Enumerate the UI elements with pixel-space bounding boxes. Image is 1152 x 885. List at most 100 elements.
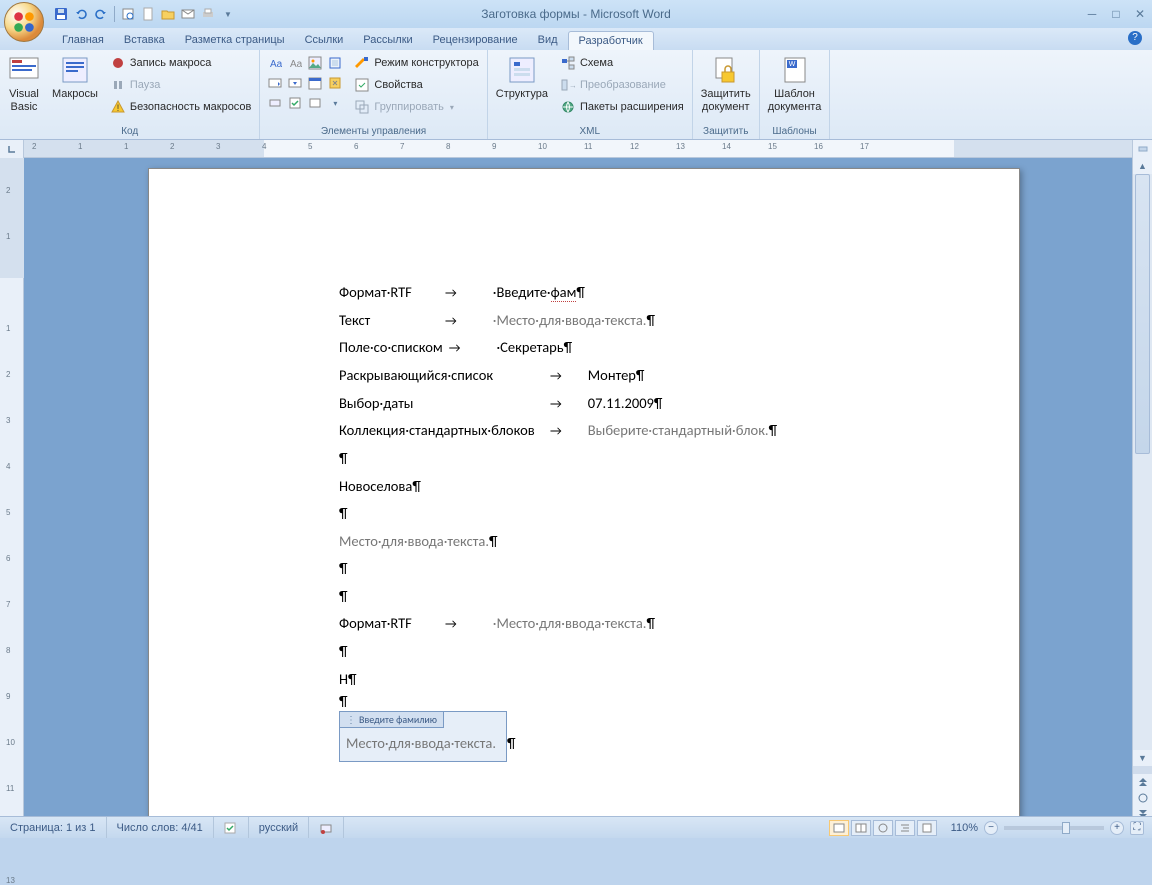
scroll-up-icon[interactable]: ▲ (1133, 158, 1152, 174)
expansion-packs-button[interactable]: Пакеты расширения (556, 96, 688, 118)
vertical-ruler[interactable]: 1234567891011121321 (0, 158, 24, 838)
zoom-fit-button[interactable]: ⛶ (1130, 821, 1144, 835)
tab-ссылки[interactable]: Ссылки (295, 31, 354, 50)
content-control-text[interactable]: Место·для·ввода·текста. (346, 734, 496, 752)
form-row[interactable]: Поле·со·списком→·Секретарь¶ (339, 334, 829, 362)
group-button[interactable]: Группировать ▾ (350, 96, 482, 118)
new-doc-icon[interactable] (139, 5, 157, 23)
form-row[interactable]: Выбор·даты→07.11.2009¶ (339, 390, 829, 418)
outline-view-icon[interactable] (895, 820, 915, 836)
text-line[interactable]: ¶ (339, 445, 829, 473)
prev-page-icon[interactable] (1133, 774, 1152, 790)
document-area[interactable]: Формат·RTF→·Введите·фам¶Текст→·Место·для… (24, 158, 1152, 838)
email-icon[interactable] (179, 5, 197, 23)
horizontal-ruler[interactable]: 3211234567891011121314151617 (24, 140, 1152, 157)
legacy-dropdown-icon[interactable] (306, 94, 324, 112)
form-row[interactable]: Формат·RTF→·Место·для·ввода·текста.¶ (339, 610, 829, 638)
tab-главная[interactable]: Главная (52, 31, 114, 50)
macro-security-button[interactable]: ! Безопасность макросов (106, 96, 256, 118)
document-template-button[interactable]: W Шаблон документа (764, 52, 826, 116)
plaintext-control-icon[interactable]: Aa (286, 54, 304, 72)
combobox-control-icon[interactable] (266, 74, 284, 92)
zoom-slider[interactable] (1004, 826, 1104, 830)
scroll-thumb[interactable] (1135, 174, 1150, 454)
tab-разметка страницы[interactable]: Разметка страницы (175, 31, 295, 50)
zoom-level[interactable]: 110% (951, 822, 978, 834)
legacy-checkbox-icon[interactable] (286, 94, 304, 112)
tab-разработчик[interactable]: Разработчик (568, 31, 654, 50)
tab-selector[interactable] (0, 140, 24, 158)
zoom-slider-thumb[interactable] (1062, 822, 1070, 834)
content-control-title[interactable]: ⋮Введите фамилию (340, 712, 444, 728)
ruler-area: 3211234567891011121314151617 (0, 140, 1152, 158)
form-row[interactable]: Формат·RTF→·Введите·фам¶ (339, 279, 829, 307)
dropdown-control-icon[interactable] (286, 74, 304, 92)
group-xml: Структура Схема → Преобразование Пакеты … (488, 50, 693, 139)
macros-button[interactable]: Макросы (48, 52, 102, 103)
pause-button[interactable]: Пауза (106, 74, 256, 96)
form-row[interactable]: Коллекция·стандартных·блоков→Выберите·ст… (339, 417, 829, 445)
scroll-track[interactable] (1133, 174, 1152, 750)
word-count[interactable]: Число слов: 4/41 (107, 817, 214, 838)
maximize-button[interactable]: □ (1108, 7, 1124, 21)
picture-control-icon[interactable] (306, 54, 324, 72)
split-handle[interactable] (1132, 140, 1152, 158)
visual-basic-label: Visual Basic (9, 88, 39, 114)
word-count-text: Число слов: 4/41 (117, 822, 203, 834)
text-line[interactable]: Место·для·ввода·текста.¶ (339, 528, 829, 556)
content-control[interactable]: ⋮Введите фамилию Место·для·ввода·текста. (339, 711, 507, 763)
legacy-tools-icon[interactable] (326, 74, 344, 92)
redo-icon[interactable] (92, 5, 110, 23)
print-layout-view-icon[interactable] (829, 820, 849, 836)
print-preview-icon[interactable] (119, 5, 137, 23)
vertical-scrollbar[interactable]: ▲ ▼ (1132, 158, 1152, 822)
help-icon[interactable]: ? (1128, 31, 1142, 45)
design-mode-button[interactable]: Режим конструктора (350, 52, 482, 74)
minimize-button[interactable]: ─ (1084, 7, 1100, 21)
save-icon[interactable] (52, 5, 70, 23)
tab-рассылки[interactable]: Рассылки (353, 31, 422, 50)
quick-print-icon[interactable] (199, 5, 217, 23)
richtext-control-icon[interactable]: Aa (266, 54, 284, 72)
protect-document-button[interactable]: Защитить документ (697, 52, 755, 116)
text-line[interactable]: ¶ (339, 500, 829, 528)
properties-button[interactable]: Свойства (350, 74, 482, 96)
zoom-out-button[interactable]: − (984, 821, 998, 835)
office-button[interactable] (4, 2, 44, 42)
scroll-down-icon[interactable]: ▼ (1133, 750, 1152, 766)
visual-basic-button[interactable]: Visual Basic (4, 52, 44, 116)
undo-icon[interactable] (72, 5, 90, 23)
form-row[interactable]: Текст→·Место·для·ввода·текста.¶ (339, 307, 829, 335)
tab-рецензирование[interactable]: Рецензирование (423, 31, 528, 50)
legacy-activex-icon[interactable]: ▾ (326, 94, 344, 112)
tab-вставка[interactable]: Вставка (114, 31, 175, 50)
text-line[interactable]: ¶ (339, 555, 829, 583)
svg-text:Aa: Aa (270, 59, 282, 70)
text-line[interactable]: Новоселова¶ (339, 473, 829, 501)
structure-button[interactable]: Структура (492, 52, 552, 103)
close-button[interactable]: ✕ (1132, 7, 1148, 21)
macro-record-indicator[interactable] (309, 817, 344, 838)
transform-button[interactable]: → Преобразование (556, 74, 688, 96)
language-indicator[interactable]: русский (249, 817, 309, 838)
group-code: Visual Basic Макросы Запись макроса Пауз… (0, 50, 260, 139)
draft-view-icon[interactable] (917, 820, 937, 836)
legacy-form-icon[interactable] (266, 94, 284, 112)
web-layout-view-icon[interactable] (873, 820, 893, 836)
form-row[interactable]: Раскрывающийся·список→Монтер¶ (339, 362, 829, 390)
schema-button[interactable]: Схема (556, 52, 688, 74)
tab-вид[interactable]: Вид (528, 31, 568, 50)
svg-text:!: ! (117, 103, 120, 113)
page-content[interactable]: Формат·RTF→·Введите·фам¶Текст→·Место·для… (149, 169, 1019, 762)
buildingblock-control-icon[interactable] (326, 54, 344, 72)
text-line[interactable]: ¶ (339, 583, 829, 611)
record-macro-button[interactable]: Запись макроса (106, 52, 256, 74)
page-indicator[interactable]: Страница: 1 из 1 (0, 817, 107, 838)
spellcheck-indicator[interactable] (214, 817, 249, 838)
zoom-in-button[interactable]: + (1110, 821, 1124, 835)
browse-object-icon[interactable] (1133, 790, 1152, 806)
qat-dropdown-icon[interactable]: ▼ (219, 5, 237, 23)
datepicker-control-icon[interactable] (306, 74, 324, 92)
open-icon[interactable] (159, 5, 177, 23)
fullscreen-reading-view-icon[interactable] (851, 820, 871, 836)
